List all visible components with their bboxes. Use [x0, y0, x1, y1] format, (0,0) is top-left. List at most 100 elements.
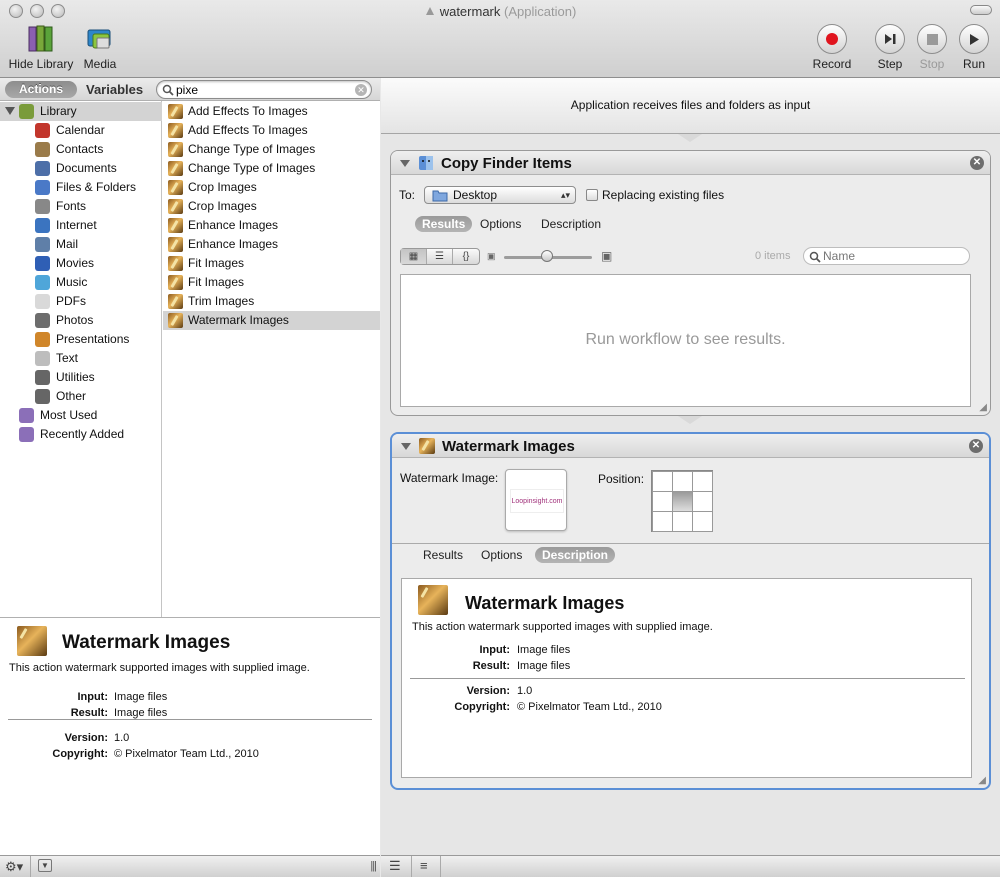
- list-view-icon[interactable]: ☰: [427, 249, 453, 264]
- workflow-connector-icon: [678, 134, 702, 142]
- position-middle-left[interactable]: [651, 490, 673, 512]
- list-view-icon[interactable]: ☰: [389, 858, 401, 874]
- search-input[interactable]: [176, 82, 346, 97]
- disclosure-triangle-icon[interactable]: [401, 443, 411, 450]
- category-item[interactable]: Other: [0, 387, 162, 406]
- position-bottom-right[interactable]: [691, 510, 713, 532]
- action-list-item[interactable]: Change Type of Images: [163, 140, 380, 159]
- position-bottom-left[interactable]: [651, 510, 673, 532]
- tab-options[interactable]: Options: [473, 216, 528, 232]
- tab-variables[interactable]: Variables: [86, 81, 143, 98]
- category-item[interactable]: Text: [0, 349, 162, 368]
- action-list[interactable]: Add Effects To Images Add Effects To Imag…: [163, 101, 380, 617]
- run-button[interactable]: Run: [958, 24, 990, 71]
- resize-grip-icon[interactable]: ◢: [978, 775, 986, 786]
- pixelmator-action-icon: [168, 180, 183, 195]
- category-item[interactable]: Files & Folders: [0, 178, 162, 197]
- category-item[interactable]: Most Used: [0, 406, 162, 425]
- action-list-item[interactable]: Enhance Images: [163, 235, 380, 254]
- window-toolbar: watermark (Application) Hide Library Med…: [0, 0, 1000, 78]
- copy-finder-items-action[interactable]: Copy Finder Items ✕ To: Desktop ▴▾ Repla…: [390, 150, 991, 416]
- action-list-item[interactable]: Watermark Images: [163, 311, 380, 330]
- category-item[interactable]: PDFs: [0, 292, 162, 311]
- category-list[interactable]: Library Calendar Contacts Documents Files & …: [0, 101, 162, 617]
- library-search[interactable]: ✕: [156, 80, 372, 99]
- category-item[interactable]: Utilities: [0, 368, 162, 387]
- result-value: Image files: [114, 707, 168, 719]
- category-item[interactable]: Contacts: [0, 140, 162, 159]
- action-list-item[interactable]: Enhance Images: [163, 216, 380, 235]
- action-list-item[interactable]: Crop Images: [163, 178, 380, 197]
- position-top-left[interactable]: [651, 470, 673, 492]
- tab-results[interactable]: Results: [415, 216, 473, 232]
- category-item[interactable]: Movies: [0, 254, 162, 273]
- toggle-description-icon[interactable]: ▼: [38, 859, 52, 872]
- copy-finder-items-header[interactable]: Copy Finder Items ✕: [391, 151, 990, 175]
- remove-action-icon[interactable]: ✕: [970, 156, 984, 170]
- replacing-existing-checkbox[interactable]: [586, 189, 598, 201]
- well-description-text: This action watermark supported images w…: [412, 621, 713, 633]
- clear-search-icon[interactable]: ✕: [355, 84, 367, 96]
- watermark-images-header[interactable]: Watermark Images ✕: [392, 434, 989, 458]
- icon-view-icon[interactable]: ▦: [401, 249, 427, 264]
- log-view-icon[interactable]: ≡: [420, 858, 428, 873]
- category-label: Music: [56, 275, 88, 289]
- disclosure-triangle-icon[interactable]: [5, 107, 15, 115]
- run-icon: [959, 24, 989, 54]
- record-button[interactable]: Record: [812, 24, 852, 71]
- action-list-item[interactable]: Change Type of Images: [163, 159, 380, 178]
- position-bottom-center[interactable]: [671, 510, 693, 532]
- resize-grip-icon[interactable]: ◢: [979, 402, 987, 413]
- category-item[interactable]: Internet: [0, 216, 162, 235]
- hide-library-button[interactable]: Hide Library: [8, 24, 74, 71]
- action-list-item[interactable]: Add Effects To Images: [163, 121, 380, 140]
- action-list-item[interactable]: Add Effects To Images: [163, 102, 380, 121]
- category-item[interactable]: Mail: [0, 235, 162, 254]
- gear-menu-icon[interactable]: ⚙▾: [5, 859, 23, 875]
- category-label: Mail: [56, 237, 79, 251]
- category-item[interactable]: Photos: [0, 311, 162, 330]
- action-list-item[interactable]: Fit Images: [163, 273, 380, 292]
- watermark-images-action[interactable]: Watermark Images ✕ Watermark Image: Loop…: [390, 432, 991, 790]
- position-center[interactable]: [671, 490, 693, 512]
- calendar-icon: [35, 123, 50, 138]
- contacts-icon: [35, 142, 50, 157]
- action-label: Crop Images: [188, 199, 257, 213]
- category-item[interactable]: Fonts: [0, 197, 162, 216]
- smart-folder-icon: [19, 408, 34, 423]
- action-list-item[interactable]: Trim Images: [163, 292, 380, 311]
- tab-description[interactable]: Description: [535, 547, 616, 563]
- watermark-image-well[interactable]: Loopinsight.com: [505, 469, 567, 531]
- media-button[interactable]: Media: [80, 24, 120, 71]
- position-grid[interactable]: [651, 470, 713, 532]
- window-title-text: watermark: [439, 4, 501, 19]
- toolbar-toggle-button[interactable]: [970, 5, 992, 15]
- category-library[interactable]: Library: [0, 102, 162, 121]
- action-list-item[interactable]: Fit Images: [163, 254, 380, 273]
- tab-description[interactable]: Description: [534, 216, 608, 232]
- destination-popup[interactable]: Desktop ▴▾: [424, 186, 576, 204]
- well-result-value: Image files: [517, 660, 571, 672]
- pane-resize-handle-icon[interactable]: |||: [370, 860, 377, 872]
- position-middle-right[interactable]: [691, 490, 713, 512]
- action-list-item[interactable]: Crop Images: [163, 197, 380, 216]
- code-view-icon[interactable]: {}: [453, 249, 479, 264]
- category-item[interactable]: Calendar: [0, 121, 162, 140]
- category-item[interactable]: Presentations: [0, 330, 162, 349]
- position-top-right[interactable]: [691, 470, 713, 492]
- category-item[interactable]: Recently Added: [0, 425, 162, 444]
- category-item[interactable]: Documents: [0, 159, 162, 178]
- tab-actions[interactable]: Actions: [5, 81, 77, 98]
- category-item[interactable]: Music: [0, 273, 162, 292]
- position-top-center[interactable]: [671, 470, 693, 492]
- step-button[interactable]: Step: [874, 24, 906, 71]
- tab-results[interactable]: Results: [416, 547, 470, 563]
- stop-button[interactable]: Stop: [916, 24, 948, 71]
- results-view-switcher[interactable]: ▦ ☰ {}: [400, 248, 480, 265]
- results-name-search[interactable]: Name: [803, 247, 970, 265]
- tab-options[interactable]: Options: [474, 547, 529, 563]
- presentations-icon: [35, 332, 50, 347]
- disclosure-triangle-icon[interactable]: [400, 160, 410, 167]
- slider-knob[interactable]: [541, 250, 553, 262]
- remove-action-icon[interactable]: ✕: [969, 439, 983, 453]
